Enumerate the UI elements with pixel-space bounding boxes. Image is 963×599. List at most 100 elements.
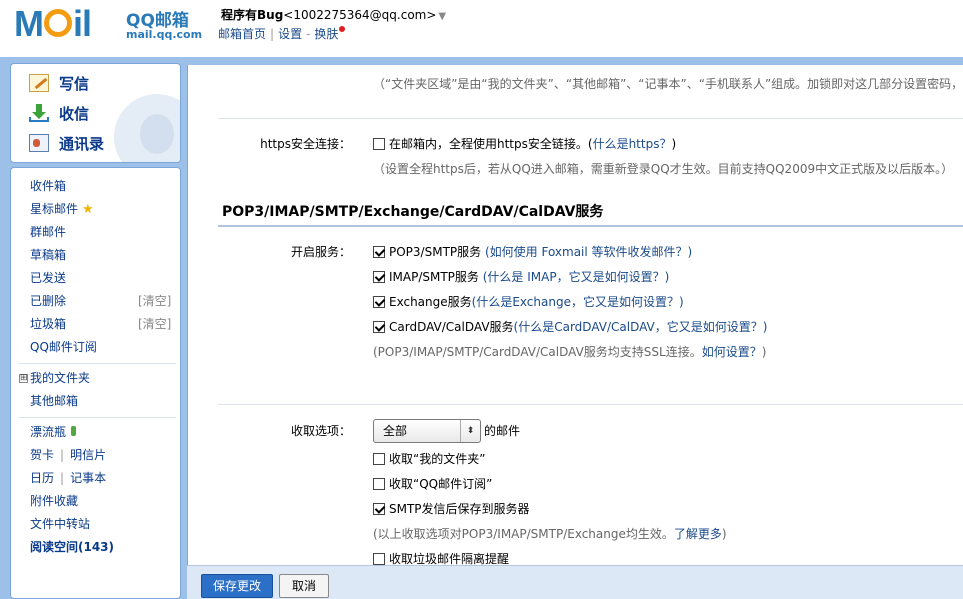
what-is-https-link[interactable]: 什么是https？ <box>593 137 672 151</box>
folder-starred-label: 星标邮件 <box>30 202 79 216</box>
divider <box>18 417 176 418</box>
folder-my-folders[interactable]: 我的文件夹 <box>30 370 90 386</box>
action-bar: 保存更改 取消 <box>187 565 963 599</box>
https-note: （设置全程https后，若从QQ进入邮箱，需重新登录QQ才生效。目前支持QQ20… <box>373 162 954 176</box>
exchange-checkbox[interactable] <box>373 296 385 308</box>
pop3-checkbox[interactable] <box>373 246 385 258</box>
quick-actions-panel: 写信 收信 通讯录 <box>10 63 181 163</box>
folder-drift-bottle[interactable]: 漂流瓶 <box>30 424 77 440</box>
folder-spam-label: 垃圾箱 <box>30 317 67 331</box>
folder-spam[interactable]: 垃圾箱 [清空] <box>30 316 175 332</box>
service-pop3-smtp[interactable]: POP3/SMTP服务 (如何使用 Foxmail 等软件收发邮件？) <box>373 244 692 260</box>
smtp-save-option[interactable]: SMTP发信后保存到服务器 <box>373 501 530 517</box>
link-settings[interactable]: 设置 <box>278 27 302 41</box>
folder-attachments[interactable]: 附件收藏 <box>30 493 78 509</box>
how-to-setup-link[interactable]: 如何设置？ <box>702 345 762 359</box>
link-change-skin[interactable]: 换肤 <box>314 27 338 41</box>
https-option-text: 在邮箱内，全程使用https安全链接。 <box>389 137 588 151</box>
settings-content: （“文件夹区域”是由“我的文件夹”、“其他邮箱”、“记事本”、“手机联系人”组成… <box>187 65 963 565</box>
divider <box>18 363 176 364</box>
drift-bottle-label: 漂流瓶 <box>30 425 67 439</box>
greeting-card-link[interactable]: 贺卡 <box>30 448 54 462</box>
pencil-icon <box>29 74 49 92</box>
receive-range-value: 全部 <box>383 424 408 438</box>
receive-my-folders-option[interactable]: 收取“我的文件夹” <box>373 451 485 467</box>
select-stepper-icon: ⬍ <box>460 420 480 442</box>
penguin-decoration-icon <box>140 114 174 154</box>
contact-card-icon <box>29 134 49 152</box>
section-title: POP3/IMAP/SMTP/Exchange/CardDAV/CalDAV服务 <box>222 204 604 220</box>
folder-group[interactable]: 群邮件 <box>30 224 66 240</box>
exchange-help-link[interactable]: (什么是Exchange，它又是如何设置？) <box>472 295 684 309</box>
empty-deleted-button[interactable]: [清空] <box>138 293 171 309</box>
compose-button[interactable]: 写信 <box>29 70 89 96</box>
learn-more-link[interactable]: 了解更多 <box>674 527 722 541</box>
expand-plus-icon[interactable]: ⊞ <box>19 374 28 383</box>
folder-file-transfer[interactable]: 文件中转站 <box>30 516 90 532</box>
service-imap-smtp[interactable]: IMAP/SMTP服务 (什么是 IMAP，它又是如何设置？) <box>373 269 669 285</box>
user-email: <1002275364@qq.com> <box>283 8 437 22</box>
carddav-help-link[interactable]: (什么是CardDAV/CalDAV，它又是如何设置？) <box>514 320 768 334</box>
folder-starred[interactable]: 星标邮件 ★ <box>30 201 94 218</box>
cancel-button[interactable]: 取消 <box>279 574 329 598</box>
compose-label: 写信 <box>59 74 90 93</box>
carddav-checkbox[interactable] <box>373 321 385 333</box>
receive-subscriptions-checkbox[interactable] <box>373 478 385 490</box>
user-account[interactable]: 程序有Bug<1002275364@qq.com> ▼ <box>221 6 446 23</box>
postcard-link[interactable]: 明信片 <box>70 448 106 462</box>
folder-reading-space[interactable]: 阅读空间(143) <box>30 539 114 555</box>
receive-range-suffix: 的邮件 <box>484 424 521 438</box>
link-separator: | <box>270 27 275 41</box>
divider <box>218 118 963 119</box>
new-dot-icon <box>339 26 346 32</box>
receive-range-select[interactable]: 全部 ⬍ <box>373 419 481 443</box>
contacts-label: 通讯录 <box>59 134 105 153</box>
link-mailbox-home[interactable]: 邮箱首页 <box>218 27 266 41</box>
receive-my-folders-checkbox[interactable] <box>373 453 385 465</box>
ssl-note: (POP3/IMAP/SMTP/CardDAV/CalDAV服务均支持SSL连接… <box>373 345 767 359</box>
contacts-button[interactable]: 通讯录 <box>29 130 104 156</box>
service-exchange[interactable]: Exchange服务(什么是Exchange，它又是如何设置？) <box>373 294 684 310</box>
folder-sent[interactable]: 已发送 <box>30 270 66 286</box>
pop3-help-link[interactable]: (如何使用 Foxmail 等软件收发邮件？) <box>485 245 692 259</box>
service-carddav-caldav[interactable]: CardDAV/CalDAV服务(什么是CardDAV/CalDAV，它又是如何… <box>373 319 767 335</box>
calendar-link[interactable]: 日历 <box>30 471 54 485</box>
top-header: Mil QQ邮箱 mail.qq.com 程序有Bug<1002275364@q… <box>0 0 963 60</box>
folder-deleted-label: 已删除 <box>30 294 67 308</box>
qqmail-logo[interactable]: Mil QQ邮箱 mail.qq.com <box>14 4 204 44</box>
save-button[interactable]: 保存更改 <box>201 574 273 598</box>
empty-spam-button[interactable]: [清空] <box>138 316 171 332</box>
imap-checkbox[interactable] <box>373 271 385 283</box>
receive-button[interactable]: 收信 <box>29 100 89 126</box>
receive-options-note: (以上收取选项对POP3/IMAP/SMTP/Exchange均生效。了解更多) <box>373 527 727 541</box>
section-divider <box>218 225 963 227</box>
https-label: https安全连接： <box>260 137 351 151</box>
bottle-icon <box>71 426 77 436</box>
notepad-link[interactable]: 记事本 <box>70 471 106 485</box>
folder-subscriptions[interactable]: QQ邮件订阅 <box>30 339 97 355</box>
folder-drafts[interactable]: 草稿箱 <box>30 247 66 263</box>
services-label: 开启服务： <box>290 245 351 259</box>
link-separator: - <box>306 27 311 41</box>
spam-alert-checkbox[interactable] <box>373 553 385 565</box>
folder-inbox[interactable]: 收件箱 <box>30 178 66 194</box>
chevron-down-icon[interactable]: ▼ <box>438 11 446 22</box>
folder-list: 收件箱 星标邮件 ★ 群邮件 草稿箱 已发送 已删除 [清空] 垃圾箱 [清空] QQ… <box>10 167 181 599</box>
spam-alert-option[interactable]: 收取垃圾邮件隔离提醒 <box>373 551 509 565</box>
folder-deleted[interactable]: 已删除 [清空] <box>30 293 175 309</box>
https-option[interactable]: 在邮箱内，全程使用https安全链接。(什么是https？) <box>373 136 676 152</box>
receive-subscriptions-option[interactable]: 收取“QQ邮件订阅” <box>373 476 492 492</box>
top-links: 邮箱首页 | 设置 - 换肤 <box>218 25 346 42</box>
https-checkbox[interactable] <box>373 138 385 150</box>
smtp-save-checkbox[interactable] <box>373 503 385 515</box>
folder-other-mailbox[interactable]: 其他邮箱 <box>30 393 78 409</box>
logo-wordmark: Mil <box>14 3 92 44</box>
logo-domain: mail.qq.com <box>126 28 203 41</box>
folder-lock-note: （“文件夹区域”是由“我的文件夹”、“其他邮箱”、“记事本”、“手机联系人”组成… <box>373 77 963 91</box>
imap-help-link[interactable]: (什么是 IMAP，它又是如何设置？) <box>483 270 670 284</box>
folder-cards: 贺卡 | 明信片 <box>30 448 107 462</box>
folder-tools: 日历 | 记事本 <box>30 471 107 485</box>
receive-options-label: 收取选项： <box>290 424 351 438</box>
star-icon: ★ <box>82 202 94 217</box>
receive-label: 收信 <box>59 104 90 123</box>
